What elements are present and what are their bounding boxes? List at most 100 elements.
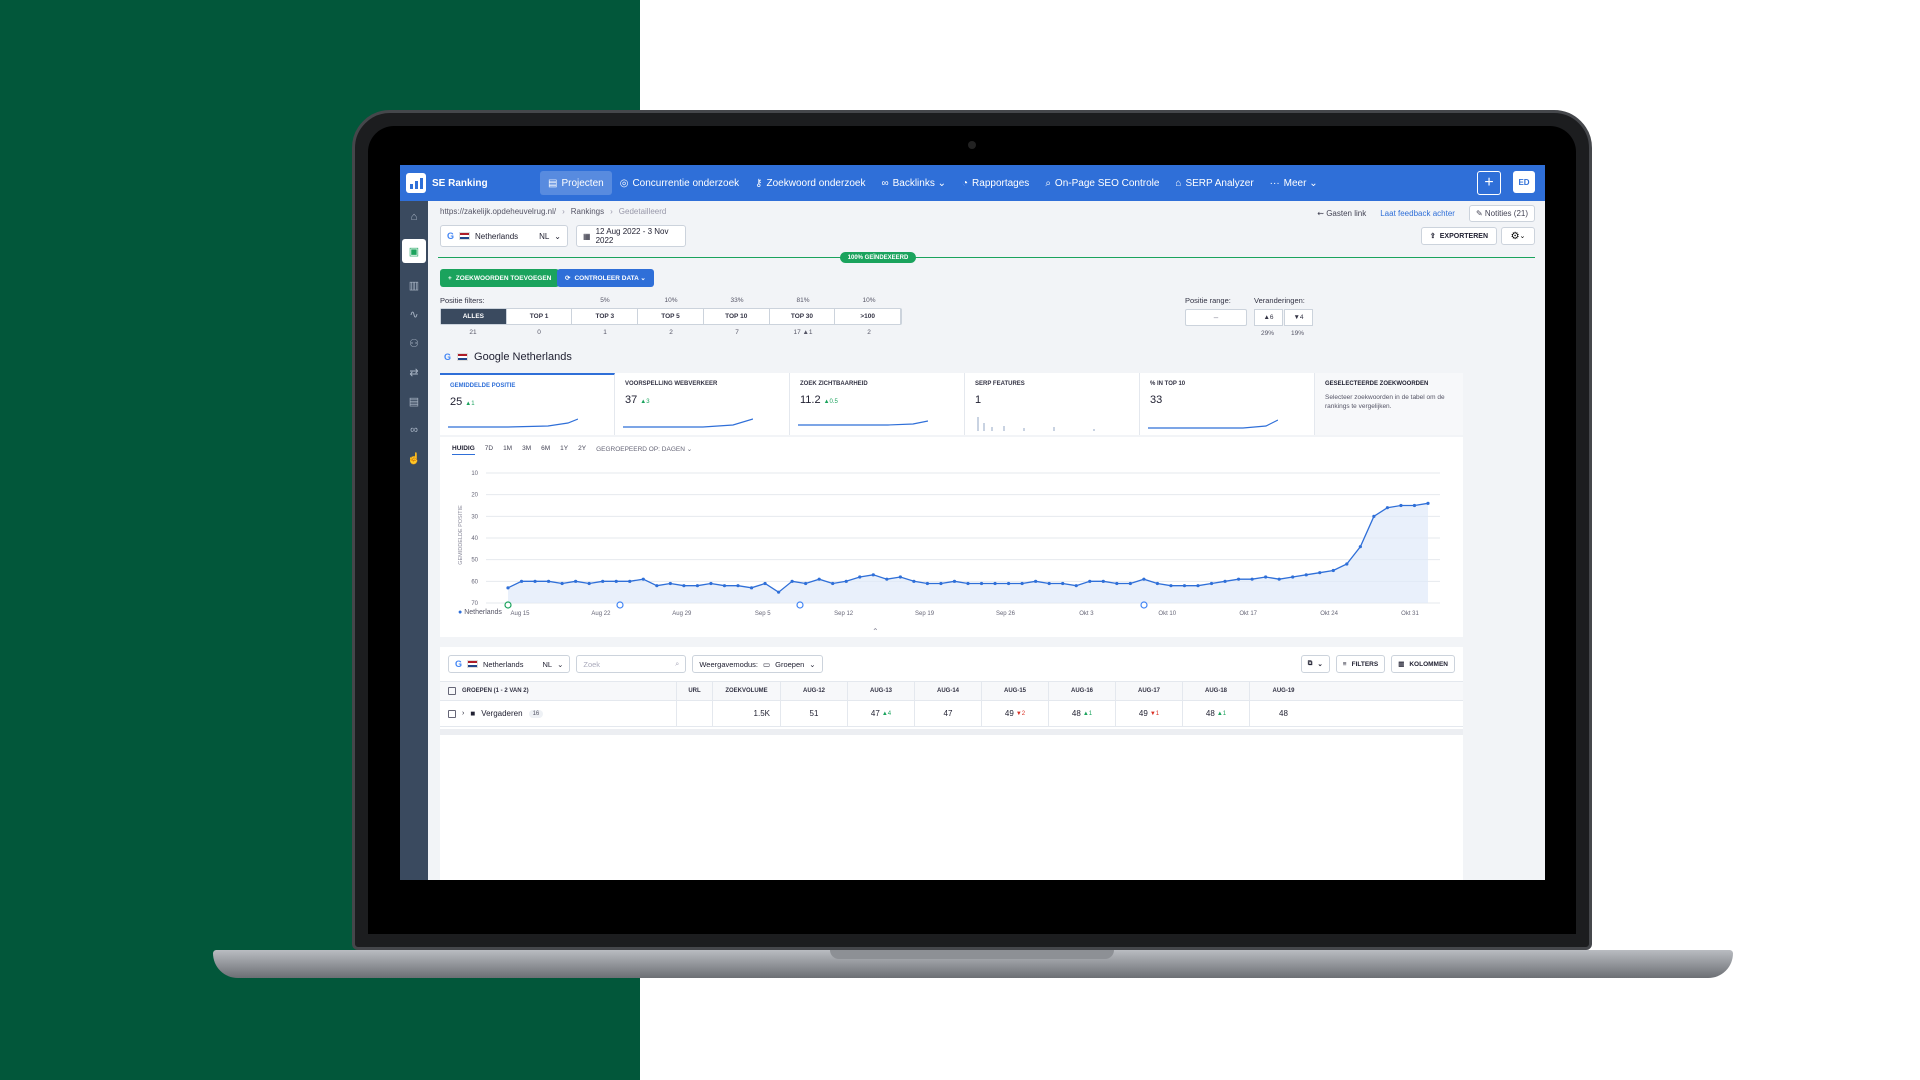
project-icon[interactable]: ▣	[402, 239, 426, 263]
header-date[interactable]: AUG-15	[982, 682, 1049, 700]
header-date[interactable]: AUG-17	[1116, 682, 1183, 700]
position-delta: ▲1	[1082, 710, 1093, 717]
header-date[interactable]: AUG-12	[781, 682, 848, 700]
nav-backlinks[interactable]: ∞ Backlinks ⌄	[873, 171, 954, 195]
chart-point	[749, 586, 754, 590]
copy-button[interactable]: ⧉ ⌄	[1300, 655, 1330, 673]
nav-meer[interactable]: ··· Meer ⌄	[1262, 171, 1326, 195]
table-row-partial	[440, 729, 1463, 735]
header-date[interactable]: AUG-16	[1049, 682, 1116, 700]
guest-link[interactable]: ⇜ Gasten link	[1317, 209, 1366, 218]
filter-count: 17 ▲1	[793, 329, 813, 336]
filter-count: 0	[537, 329, 541, 336]
filter-tab-100plus[interactable]: >100	[835, 309, 902, 324]
home-icon[interactable]: ⌂	[411, 211, 418, 223]
row-checkbox[interactable]	[448, 709, 456, 718]
copy-icon: ⧉	[1307, 660, 1313, 667]
pulse-icon[interactable]: ∿	[409, 308, 418, 321]
filter-tab-top5[interactable]: TOP 5	[638, 309, 704, 324]
app-logo[interactable]: SE Ranking	[400, 173, 540, 193]
nav-onpage[interactable]: ⌕ On-Page SEO Controle	[1037, 171, 1167, 195]
header-groups[interactable]: GROEPEN (1 - 2 VAN 2)	[440, 682, 677, 700]
filter-tab-top10[interactable]: TOP 10	[704, 309, 770, 324]
x-tick-label: Okt 3	[1079, 611, 1094, 617]
filter-tab-top30[interactable]: TOP 30	[770, 309, 836, 324]
users-icon[interactable]: ⚇	[409, 337, 419, 350]
chart-point	[952, 579, 957, 583]
card-visibility[interactable]: ZOEK ZICHTBAARHEID 11.2 ▲0.5	[790, 373, 965, 435]
breadcrumb-section[interactable]: Rankings	[571, 207, 604, 216]
add-button[interactable]: +	[1477, 171, 1501, 195]
filters-button[interactable]: ≡ FILTERS	[1335, 655, 1386, 673]
netherlands-flag-icon	[457, 353, 469, 361]
chart-point	[1142, 577, 1146, 581]
card-top10[interactable]: % IN TOP 10 33	[1140, 373, 1315, 435]
link-icon[interactable]: ∞	[410, 424, 418, 436]
feedback-link[interactable]: Laat feedback achter	[1380, 209, 1455, 218]
columns-button[interactable]: ▥ KOLOMMEN	[1391, 655, 1455, 673]
chart-point	[831, 581, 835, 586]
export-button[interactable]: ⇪ EXPORTEREN	[1420, 227, 1497, 245]
bar-chart-icon[interactable]: ▥	[409, 279, 419, 292]
netherlands-flag-icon	[467, 660, 479, 668]
link-icon: ∞	[881, 177, 889, 189]
changes-down-button[interactable]: ▼4	[1284, 309, 1313, 326]
table-engine-select[interactable]: G Netherlands NL ⌄	[448, 655, 571, 673]
header-date[interactable]: AUG-13	[848, 682, 915, 700]
filter-tab-top3[interactable]: TOP 3	[572, 309, 639, 324]
y-tick-label: 30	[471, 514, 478, 520]
filter-tab-top1[interactable]: TOP 1	[507, 309, 573, 324]
grouped-by-select[interactable]: GEGROEPEERD OP: DAGEN ⌄	[596, 445, 692, 455]
engine-country-select[interactable]: G Netherlands NL ⌄	[440, 225, 568, 247]
position-range-input[interactable]: –	[1185, 309, 1247, 326]
period-tab[interactable]: HUIDIG	[452, 445, 475, 455]
period-tab[interactable]: 6M	[541, 445, 550, 455]
nav-projecten[interactable]: ▤ Projecten	[540, 171, 612, 195]
avatar[interactable]: ED	[1513, 171, 1535, 193]
header-date[interactable]: AUG-14	[915, 682, 982, 700]
card-average-position[interactable]: GEMIDDELDE POSITIE 25 ▲1	[440, 373, 615, 435]
nav-rapportages[interactable]: ◔ Rapportages	[954, 171, 1037, 195]
header-volume[interactable]: ZOEKVOLUME	[713, 682, 781, 700]
period-tab[interactable]: 1Y	[560, 445, 568, 455]
date-range-label: 12 Aug 2022 - 3 Nov 2022	[595, 227, 669, 245]
collapse-icon[interactable]: ⌃	[872, 627, 879, 636]
date-range-picker[interactable]: ▦ 12 Aug 2022 - 3 Nov 2022	[576, 225, 686, 247]
period-tab[interactable]: 1M	[503, 445, 512, 455]
view-mode-select[interactable]: Weergavemodus: ▭ Groepen ⌄	[692, 655, 823, 673]
legend-label: Netherlands	[464, 609, 502, 616]
select-all-checkbox[interactable]	[448, 687, 456, 695]
filter-tab-alles[interactable]: ALLES	[441, 309, 507, 324]
thumbs-up-icon[interactable]: ☝	[407, 452, 421, 465]
target-icon: ◎	[619, 177, 629, 189]
chevron-right-icon[interactable]: ›	[462, 710, 464, 717]
filters-label: FILTERS	[1351, 660, 1379, 668]
period-tab[interactable]: 3M	[522, 445, 531, 455]
card-serp-features[interactable]: SERP FEATURES 1	[965, 373, 1140, 435]
group-name[interactable]: Vergaderen	[481, 709, 522, 718]
table-row[interactable]: › ■ Vergaderen 16 1.5K 51 47 ▲4 47 49 ▼2 4…	[440, 701, 1463, 727]
notes-button[interactable]: ✎ Notities (21)	[1468, 205, 1535, 222]
add-keywords-button[interactable]: + ZOEKWOORDEN TOEVOEGEN	[440, 269, 560, 287]
period-tab[interactable]: 7D	[485, 445, 493, 455]
chart-point	[506, 586, 510, 590]
gear-icon: ⚙	[1510, 230, 1520, 242]
nav-serp[interactable]: ⌂ SERP Analyzer	[1167, 171, 1261, 195]
changes-up-button[interactable]: ▲6	[1254, 309, 1283, 326]
compare-icon[interactable]: ⇄	[409, 366, 418, 379]
position-value: 51	[809, 709, 819, 718]
search-input[interactable]: Zoek ⌕	[576, 655, 687, 673]
header-date[interactable]: AUG-18	[1183, 682, 1250, 700]
check-data-button[interactable]: ⟳ CONTROLEER DATA ⌄	[557, 269, 654, 287]
card-traffic-forecast[interactable]: VOORSPELLING WEBVERKEER 37 ▲3	[615, 373, 790, 435]
header-date[interactable]: AUG-19	[1250, 682, 1317, 700]
position-delta: ▲1	[1216, 710, 1227, 717]
settings-button[interactable]: ⚙ ⌄	[1501, 227, 1535, 245]
header-url[interactable]: URL	[677, 682, 713, 700]
document-icon[interactable]: ▤	[409, 395, 419, 408]
breadcrumb-site[interactable]: https://zakelijk.opdeheuvelrug.nl/	[440, 207, 556, 216]
period-tab[interactable]: 2Y	[578, 445, 586, 455]
key-icon: ⚷	[755, 177, 763, 189]
nav-zoekwoord[interactable]: ⚷ Zoekwoord onderzoek	[747, 171, 873, 195]
nav-concurrentie[interactable]: ◎ Concurrentie onderzoek	[612, 171, 747, 195]
